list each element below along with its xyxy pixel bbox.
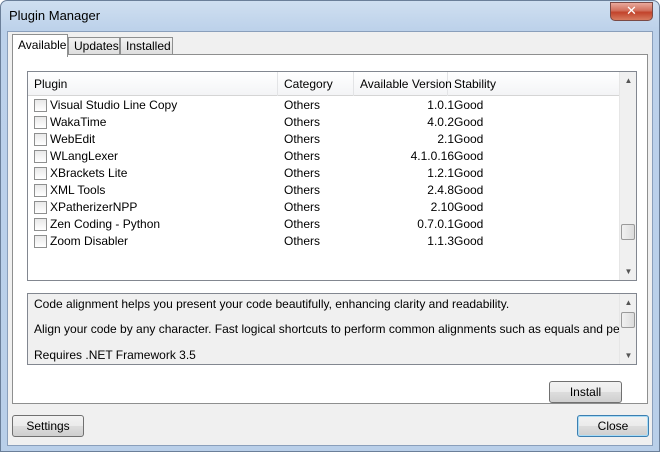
- close-button[interactable]: Close: [577, 415, 649, 437]
- plugin-checkbox[interactable]: [34, 235, 47, 248]
- plugin-name: Zen Coding - Python: [50, 217, 161, 231]
- column-header-version[interactable]: Available Version: [354, 72, 452, 96]
- description-line: Requires .NET Framework 3.5: [34, 348, 196, 362]
- window-title: Plugin Manager: [9, 8, 101, 23]
- plugin-name: XBrackets Lite: [50, 166, 128, 180]
- plugin-version: 0.7.0.1: [417, 217, 454, 231]
- plugin-category: Others: [284, 115, 321, 129]
- plugin-name: XML Tools: [50, 183, 106, 197]
- plugin-checkbox[interactable]: [34, 184, 47, 197]
- plugin-version: 1.1.3: [427, 234, 454, 248]
- plugin-category: Others: [284, 217, 321, 231]
- plugin-row[interactable]: XBrackets Lite Others 1.2.1 Good: [28, 165, 620, 182]
- plugin-row[interactable]: Visual Studio Line Copy Others 1.0.1 Goo…: [28, 97, 620, 114]
- plugin-category: Others: [284, 166, 321, 180]
- column-header-category[interactable]: Category: [278, 72, 354, 96]
- plugin-name: XPatherizerNPP: [50, 200, 138, 214]
- plugin-category: Others: [284, 200, 321, 214]
- plugin-checkbox[interactable]: [34, 167, 47, 180]
- plugin-stability: Good: [454, 98, 484, 112]
- tab-available[interactable]: Available: [12, 34, 68, 57]
- plugin-stability: Good: [454, 183, 484, 197]
- plugin-checkbox[interactable]: [34, 133, 47, 146]
- plugin-name: WakaTime: [50, 115, 107, 129]
- plugin-name: WebEdit: [50, 132, 96, 146]
- plugin-row[interactable]: Zen Coding - Python Others 0.7.0.1 Good: [28, 216, 620, 233]
- plugin-name: Zoom Disabler: [50, 234, 129, 248]
- scroll-down-icon[interactable]: ▼: [620, 263, 636, 280]
- plugin-row[interactable]: WakaTime Others 4.0.2 Good: [28, 114, 620, 131]
- plugin-version: 4.1.0.16: [410, 149, 454, 163]
- plugin-checkbox[interactable]: [34, 99, 47, 112]
- plugin-version: 1.0.1: [427, 98, 454, 112]
- tab-installed-label: Installed: [126, 39, 171, 53]
- plugin-version: 2.1: [437, 132, 454, 146]
- scrollbar-thumb[interactable]: [621, 312, 635, 328]
- plugin-category: Others: [284, 234, 321, 248]
- plugin-version: 4.0.2: [427, 115, 454, 129]
- tab-available-label: Available: [18, 38, 67, 52]
- plugin-row[interactable]: XPatherizerNPP Others 2.10 Good: [28, 199, 620, 216]
- dialog-client-area: Available Updates Installed Plugin Categ…: [7, 31, 653, 446]
- plugin-stability: Good: [454, 149, 484, 163]
- window-close-button[interactable]: ✕: [610, 2, 653, 21]
- plugin-manager-window: Plugin Manager ✕ Available Updates Insta…: [0, 0, 660, 452]
- plugin-category: Others: [284, 149, 321, 163]
- plugin-description: Code alignment helps you present your co…: [27, 293, 637, 365]
- plugin-stability: Good: [454, 115, 484, 129]
- plugin-stability: Good: [454, 166, 484, 180]
- scroll-up-icon[interactable]: ▲: [620, 294, 636, 311]
- plugin-name: WLangLexer: [50, 149, 119, 163]
- plugin-list[interactable]: Plugin Category Available Version Stabil…: [27, 71, 637, 281]
- plugin-list-header: Plugin Category Available Version Stabil…: [28, 72, 620, 96]
- settings-button[interactable]: Settings: [12, 415, 84, 437]
- column-header-stability[interactable]: Stability: [448, 72, 620, 96]
- title-bar[interactable]: Plugin Manager ✕: [1, 1, 659, 31]
- description-scrollbar[interactable]: ▲ ▼: [619, 294, 636, 364]
- tab-updates-label: Updates: [74, 39, 119, 53]
- plugin-list-scrollbar[interactable]: ▲ ▼: [619, 72, 636, 280]
- plugin-name: Visual Studio Line Copy: [50, 98, 178, 112]
- description-line: Align your code by any character. Fast l…: [34, 322, 637, 336]
- plugin-stability: Good: [454, 132, 484, 146]
- plugin-checkbox[interactable]: [34, 116, 47, 129]
- plugin-category: Others: [284, 183, 321, 197]
- scroll-up-icon[interactable]: ▲: [620, 72, 636, 89]
- available-tab-panel: Plugin Category Available Version Stabil…: [12, 54, 648, 404]
- plugin-version: 2.10: [430, 200, 454, 214]
- plugin-version: 2.4.8: [427, 183, 454, 197]
- plugin-version: 1.2.1: [427, 166, 454, 180]
- plugin-checkbox[interactable]: [34, 218, 47, 231]
- plugin-stability: Good: [454, 217, 484, 231]
- plugin-row[interactable]: WLangLexer Others 4.1.0.16 Good: [28, 148, 620, 165]
- scrollbar-thumb[interactable]: [621, 224, 635, 240]
- plugin-row[interactable]: WebEdit Others 2.1 Good: [28, 131, 620, 148]
- description-line: Code alignment helps you present your co…: [34, 297, 510, 311]
- plugin-stability: Good: [454, 200, 484, 214]
- plugin-stability: Good: [454, 234, 484, 248]
- plugin-category: Others: [284, 98, 321, 112]
- scroll-down-icon[interactable]: ▼: [620, 347, 636, 364]
- plugin-checkbox[interactable]: [34, 201, 47, 214]
- plugin-row[interactable]: XML Tools Others 2.4.8 Good: [28, 182, 620, 199]
- close-icon: ✕: [626, 4, 637, 19]
- plugin-checkbox[interactable]: [34, 150, 47, 163]
- plugin-category: Others: [284, 132, 321, 146]
- plugin-row[interactable]: Zoom Disabler Others 1.1.3 Good: [28, 233, 620, 250]
- install-button[interactable]: Install: [549, 381, 622, 403]
- column-header-plugin[interactable]: Plugin: [28, 72, 278, 96]
